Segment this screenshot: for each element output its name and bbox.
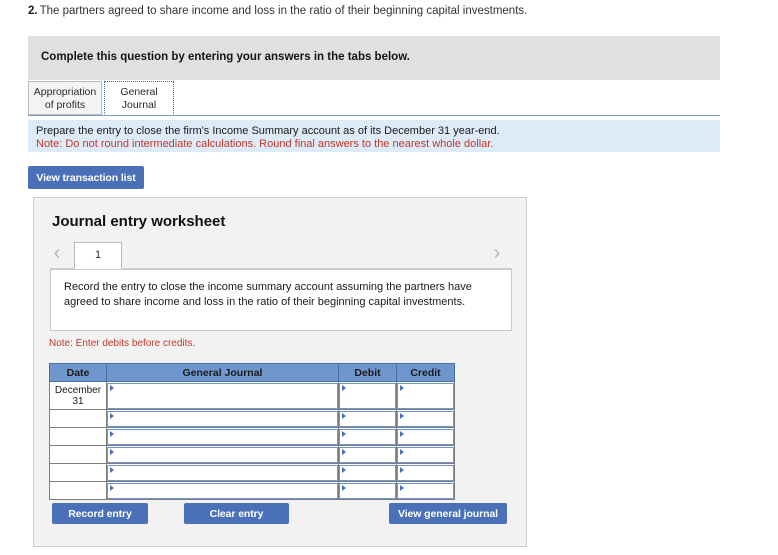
view-transaction-list-button[interactable]: View transaction list	[28, 166, 144, 189]
cell-debit-3[interactable]	[338, 427, 397, 446]
instruction-primary-text: Prepare the entry to close the firm's In…	[36, 125, 500, 137]
scenario-box: Record the entry to close the income sum…	[50, 269, 512, 331]
question-text: The partners agreed to share income and …	[39, 5, 528, 17]
tab-appropriation-of-profits[interactable]: Appropriation of profits	[28, 81, 102, 115]
complete-question-banner-text: Complete this question by entering your …	[41, 51, 410, 63]
view-general-journal-button[interactable]: View general journal	[389, 503, 507, 524]
table-row	[49, 481, 455, 500]
credit-input-3[interactable]	[397, 428, 454, 445]
journal-account-input-5[interactable]	[107, 464, 338, 481]
cell-journal-5[interactable]	[106, 463, 339, 482]
cell-date-6	[49, 481, 107, 500]
worksheet-page-tab-1[interactable]: 1	[74, 242, 122, 269]
chevron-left-icon[interactable]: ‹	[46, 242, 68, 266]
column-header-general-journal: General Journal	[106, 363, 339, 382]
cell-credit-1[interactable]	[396, 381, 455, 410]
column-header-date: Date	[49, 363, 107, 382]
worksheet-title: Journal entry worksheet	[52, 213, 226, 230]
record-entry-button[interactable]: Record entry	[52, 503, 148, 524]
cell-debit-1[interactable]	[338, 381, 397, 410]
credit-input-5[interactable]	[397, 464, 454, 481]
cell-date-5	[49, 463, 107, 482]
debit-input-3[interactable]	[339, 428, 396, 445]
instruction-band: Prepare the entry to close the firm's In…	[28, 120, 720, 152]
scenario-text: Record the entry to close the income sum…	[64, 281, 472, 308]
cell-debit-4[interactable]	[338, 445, 397, 464]
tab-general-journal-label-line1: General	[120, 86, 158, 98]
column-header-credit: Credit	[396, 363, 455, 382]
cell-debit-5[interactable]	[338, 463, 397, 482]
cell-date-1: December 31	[49, 381, 107, 410]
cell-credit-3[interactable]	[396, 427, 455, 446]
table-row	[49, 463, 455, 482]
table-header-row: Date General Journal Debit Credit	[49, 363, 455, 382]
journal-entry-worksheet-card: Journal entry worksheet ‹ › 1 Record the…	[33, 197, 527, 547]
cell-credit-5[interactable]	[396, 463, 455, 482]
cell-date-2	[49, 409, 107, 428]
tab-appropriation-label-line2: of profits	[44, 98, 86, 111]
cell-credit-2[interactable]	[396, 409, 455, 428]
cell-journal-1[interactable]	[106, 381, 339, 410]
cell-journal-4[interactable]	[106, 445, 339, 464]
cell-journal-2[interactable]	[106, 409, 339, 428]
credit-input-4[interactable]	[397, 446, 454, 463]
table-row	[49, 409, 455, 428]
cell-debit-6[interactable]	[338, 481, 397, 500]
journal-entry-table: Date General Journal Debit Credit Decemb…	[49, 363, 455, 500]
debit-input-6[interactable]	[339, 482, 396, 499]
cell-debit-2[interactable]	[338, 409, 397, 428]
table-row: December 31	[49, 381, 455, 410]
debit-input-2[interactable]	[339, 410, 396, 427]
journal-account-input-1[interactable]	[107, 382, 338, 409]
journal-account-input-2[interactable]	[107, 410, 338, 427]
cell-date-4	[49, 445, 107, 464]
table-row	[49, 445, 455, 464]
instruction-note-text: Note: Do not round intermediate calculat…	[36, 138, 494, 150]
table-row	[49, 427, 455, 446]
clear-entry-button[interactable]: Clear entry	[184, 503, 289, 524]
credit-input-1[interactable]	[397, 382, 454, 409]
tab-general-journal-label-line2: Journal	[121, 98, 157, 111]
tab-appropriation-label-line1: Appropriation	[33, 86, 97, 98]
debit-input-5[interactable]	[339, 464, 396, 481]
journal-account-input-3[interactable]	[107, 428, 338, 445]
cell-date-3	[49, 427, 107, 446]
tab-strip-baseline	[28, 115, 720, 116]
tab-general-journal[interactable]: General Journal	[104, 81, 174, 115]
debit-input-4[interactable]	[339, 446, 396, 463]
credit-input-6[interactable]	[397, 482, 454, 499]
question-number: 2.	[28, 5, 38, 17]
debit-input-1[interactable]	[339, 382, 396, 409]
cell-credit-6[interactable]	[396, 481, 455, 500]
cell-credit-4[interactable]	[396, 445, 455, 464]
cell-journal-3[interactable]	[106, 427, 339, 446]
debits-before-credits-note: Note: Enter debits before credits.	[49, 338, 196, 349]
chevron-right-icon[interactable]: ›	[486, 242, 508, 266]
question-statement: 2. The partners agreed to share income an…	[28, 4, 728, 18]
complete-question-banner: Complete this question by entering your …	[28, 36, 720, 80]
journal-account-input-6[interactable]	[107, 482, 338, 499]
tab-strip: Appropriation of profits General Journal	[28, 80, 720, 116]
column-header-debit: Debit	[338, 363, 397, 382]
cell-journal-6[interactable]	[106, 481, 339, 500]
credit-input-2[interactable]	[397, 410, 454, 427]
journal-account-input-4[interactable]	[107, 446, 338, 463]
